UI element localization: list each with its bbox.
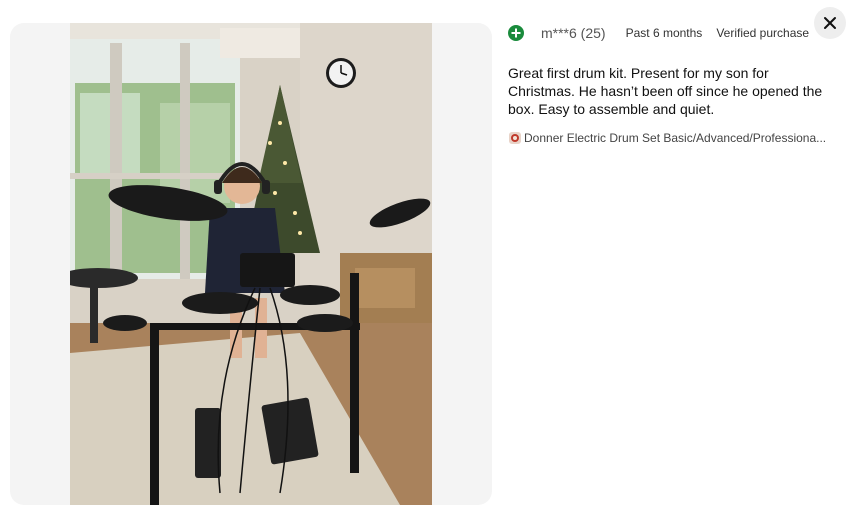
plus-icon (508, 25, 524, 41)
review-image-modal: m***6 (25) Past 6 months Verified purcha… (0, 0, 846, 519)
product-name: Donner Electric Drum Set Basic/Advanced/… (524, 131, 827, 145)
review-details: m***6 (25) Past 6 months Verified purcha… (508, 20, 833, 145)
review-text: Great first drum kit. Present for my son… (508, 65, 823, 117)
close-icon (823, 16, 837, 30)
product-thumbnail-icon (508, 131, 522, 145)
image-panel (10, 23, 492, 505)
review-photo[interactable] (70, 23, 432, 505)
close-button[interactable] (814, 7, 846, 39)
verified-purchase-badge: Verified purchase (716, 26, 810, 40)
review-header: m***6 (25) Past 6 months Verified purcha… (508, 20, 833, 46)
product-link[interactable]: Donner Electric Drum Set Basic/Advanced/… (508, 131, 828, 145)
reviewer-name[interactable]: m***6 (25) (541, 25, 606, 41)
review-time: Past 6 months (625, 26, 703, 40)
